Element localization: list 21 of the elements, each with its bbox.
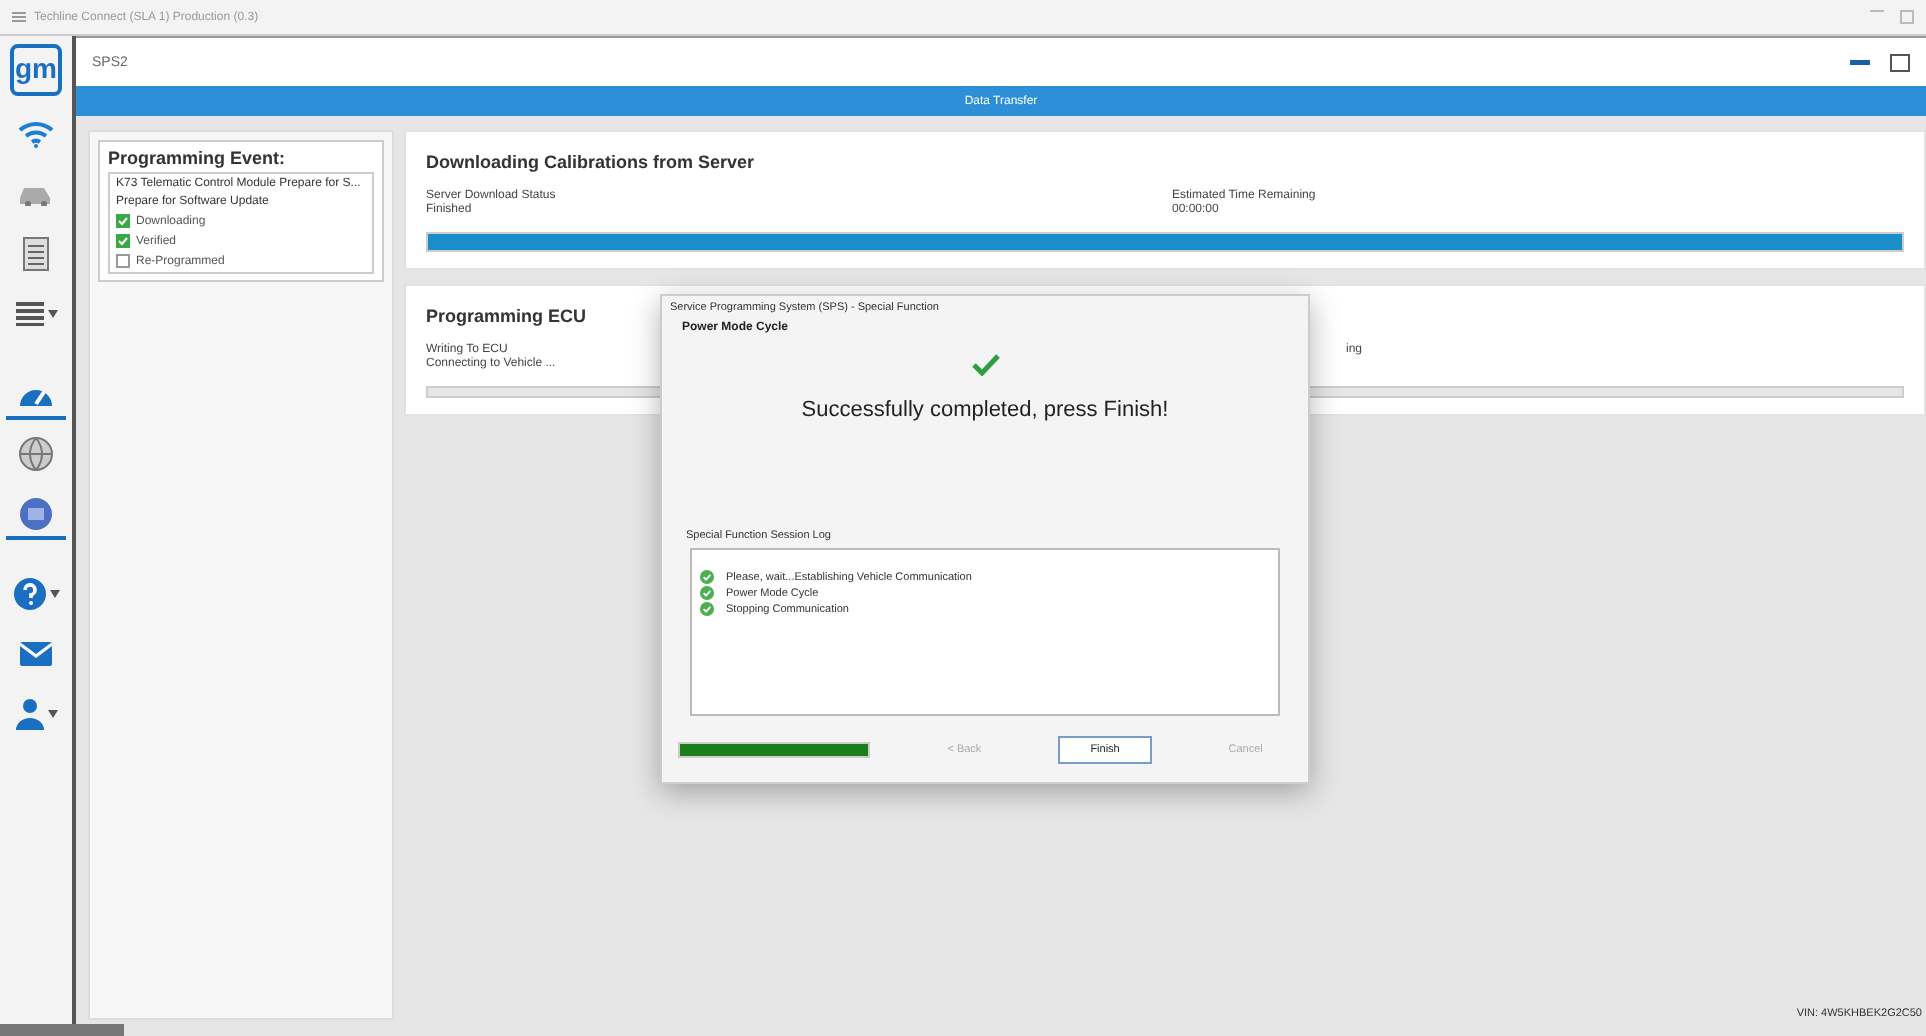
- caret-icon[interactable]: [47, 307, 57, 321]
- caret-icon[interactable]: [49, 587, 59, 601]
- sidebar-button[interactable]: [6, 492, 66, 540]
- maximize-icon[interactable]: [1890, 53, 1910, 71]
- minimize-icon[interactable]: [1850, 59, 1870, 65]
- document-icon[interactable]: [22, 236, 50, 272]
- panel-title: Downloading Calibrations from Server: [426, 152, 755, 172]
- gm-logo[interactable]: gm: [10, 44, 62, 96]
- wifi-icon[interactable]: [18, 120, 54, 148]
- panel-title: Programming ECU: [426, 306, 587, 326]
- globe-icon: [18, 436, 54, 472]
- disc-icon: [18, 496, 54, 532]
- help-icon[interactable]: [13, 578, 45, 610]
- list-icon[interactable]: [15, 302, 43, 326]
- mail-icon[interactable]: [20, 642, 52, 666]
- menu-icon[interactable]: [12, 12, 26, 22]
- panel-title: Programming Event:: [108, 148, 288, 168]
- success-message: Successfully completed, press Finish!: [801, 398, 1169, 422]
- car-icon[interactable]: [16, 182, 56, 206]
- caret-icon[interactable]: [47, 707, 57, 721]
- person-icon[interactable]: [15, 698, 43, 730]
